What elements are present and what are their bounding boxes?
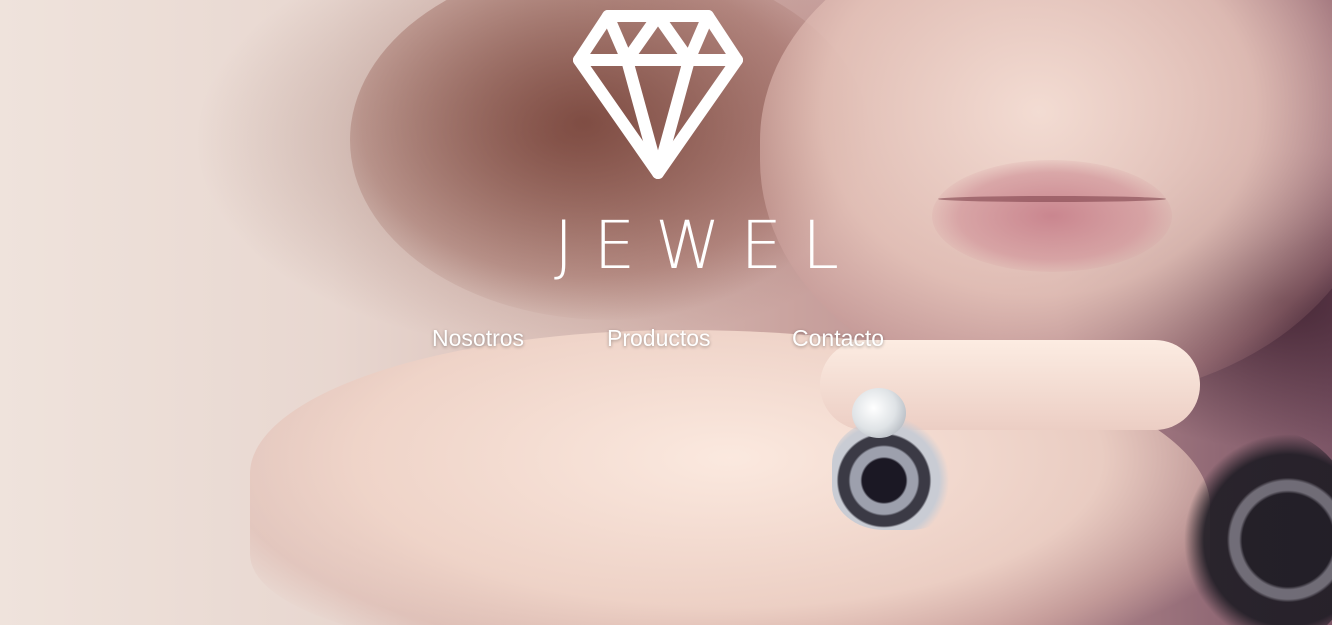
diamond-icon[interactable]	[573, 8, 743, 180]
photo-lip-line	[938, 196, 1166, 202]
main-nav: Nosotros Productos Contacto	[0, 322, 1332, 356]
hero-section: JEWEL Nosotros Productos Contacto	[0, 0, 1332, 625]
nav-item-contacto[interactable]: Contacto	[792, 322, 884, 354]
nav-item-nosotros[interactable]: Nosotros	[432, 322, 524, 354]
photo-lips	[932, 160, 1172, 272]
photo-ring	[832, 420, 962, 530]
brand-title[interactable]: JEWEL	[540, 206, 839, 286]
photo-ring-stone	[852, 388, 906, 438]
photo-necklace	[1180, 430, 1332, 625]
nav-item-productos[interactable]: Productos	[607, 322, 711, 354]
